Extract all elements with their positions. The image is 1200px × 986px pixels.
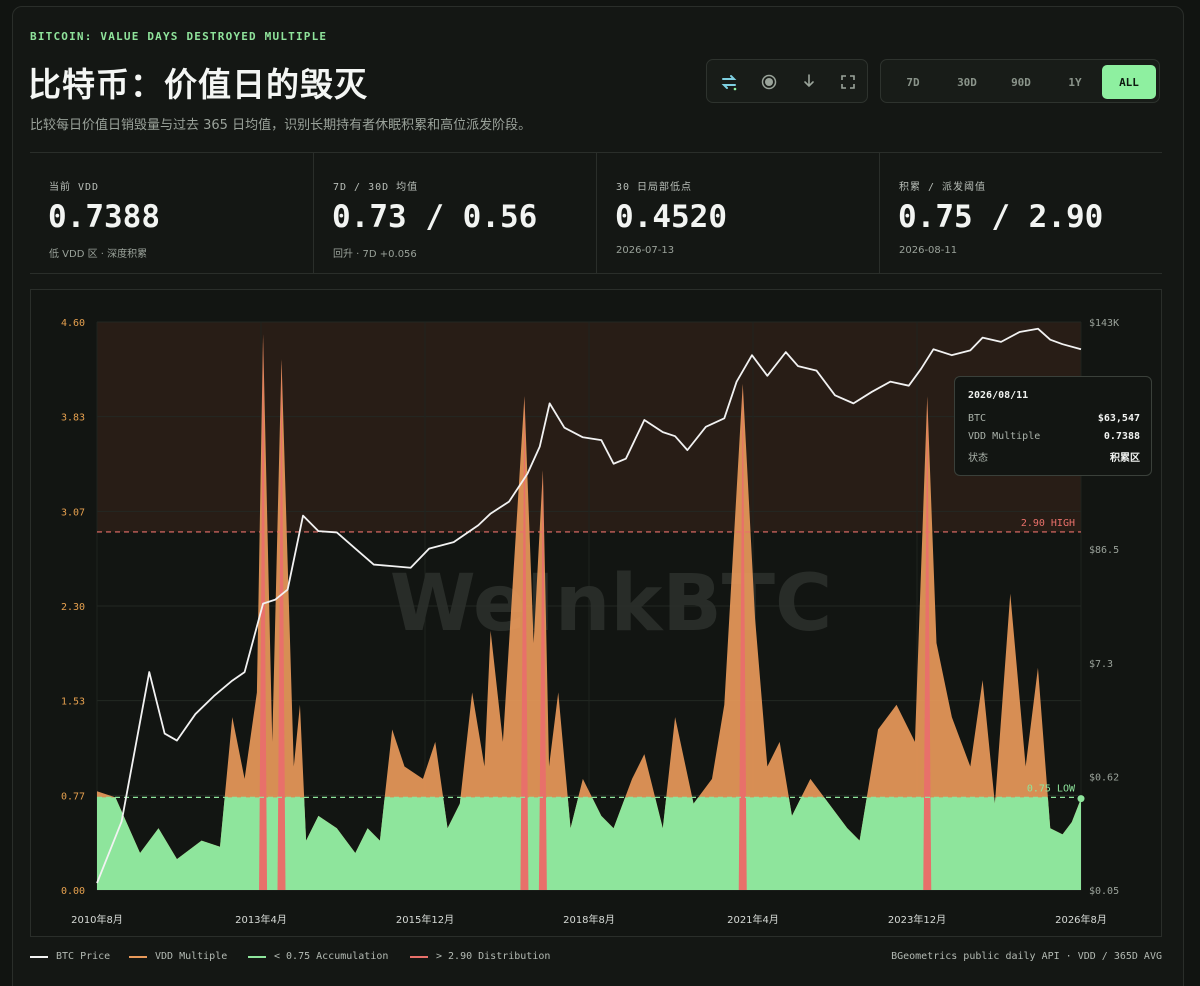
legend-item-vdd[interactable]: VDD Multiple — [129, 951, 227, 962]
page-title: 比特币：价值日的毁灭 — [28, 65, 368, 104]
threshold-label: 0.75 LOW — [1027, 783, 1076, 794]
stat-label: 30 日局部低点 — [616, 182, 693, 193]
y-tick-left: 1.53 — [61, 697, 85, 708]
legend-swatch — [30, 955, 48, 958]
legend-label: BTC Price — [56, 951, 111, 962]
stat-thresholds: 积累 / 派发阈值 0.75 / 2.90 2026-08-11 — [879, 153, 1162, 274]
threshold-label: 2.90 HIGH — [1021, 518, 1075, 529]
y-tick-right: $86.5 — [1089, 545, 1119, 556]
stat-value: 0.7388 — [48, 199, 160, 235]
stat-value: 0.4520 — [615, 199, 727, 235]
x-tick: 2013年4月 — [235, 913, 287, 926]
stat-sub: 2026-08-11 — [899, 245, 958, 256]
tooltip-row-state: 状态 积累区 — [968, 449, 1140, 464]
fullscreen-icon[interactable] — [834, 68, 862, 96]
tooltip-label: VDD Multiple — [968, 431, 1041, 442]
range-1y[interactable]: 1Y — [1048, 65, 1102, 99]
stat-value: 0.73 / 0.56 — [332, 199, 538, 235]
page-subtitle: 比较每日价值日销毁量与过去 365 日均值，识别长期持有者休眠积累和高位派发阶段… — [30, 118, 532, 133]
tooltip-row-vdd: VDD Multiple 0.7388 — [968, 431, 1140, 442]
tooltip-value: 0.7388 — [1103, 431, 1140, 442]
tooltip-label: BTC — [968, 413, 987, 424]
legend-label: VDD Multiple — [155, 951, 228, 962]
x-tick: 2010年8月 — [71, 913, 123, 926]
y-tick-right: $143K — [1089, 318, 1119, 329]
range-90d[interactable]: 90D — [994, 65, 1048, 99]
y-tick-left: 0.00 — [61, 886, 85, 897]
stat-sub: 2026-07-13 — [616, 245, 675, 256]
stat-current-vdd: 当前 VDD 0.7388 低 VDD 区 · 深度积累 — [30, 153, 313, 274]
x-tick: 2026年8月 — [1055, 913, 1107, 926]
y-tick-left: 3.83 — [61, 413, 85, 424]
record-icon[interactable] — [755, 68, 783, 96]
tooltip-row-btc: BTC $63,547 — [968, 413, 1140, 424]
tooltip-value: 积累区 — [1110, 453, 1140, 464]
legend-swatch — [129, 955, 147, 958]
range-30d[interactable]: 30D — [940, 65, 994, 99]
chart-tooltip: 2026/08/11 BTC $63,547 VDD Multiple 0.73… — [954, 376, 1152, 476]
current-point — [1077, 795, 1085, 803]
range-all[interactable]: ALL — [1102, 65, 1156, 99]
swap-icon[interactable] — [715, 68, 743, 96]
stat-value: 0.75 / 2.90 — [898, 199, 1104, 235]
y-tick-right: $0.62 — [1089, 772, 1119, 783]
stat-sub: 低 VDD 区 · 深度积累 — [49, 249, 148, 260]
legend-label: > 2.90 Distribution — [436, 951, 551, 962]
stat-sub: 回升 · 7D +0.056 — [333, 249, 417, 260]
x-tick: 2018年8月 — [563, 913, 615, 926]
stat-label: 7D / 30D 均值 — [333, 182, 419, 193]
chart-legend: BTC Price VDD Multiple < 0.75 Accumulati… — [30, 951, 1162, 967]
watermark: WeInkBTC — [390, 559, 832, 649]
stats-row: 当前 VDD 0.7388 低 VDD 区 · 深度积累 7D / 30D 均值… — [30, 152, 1162, 274]
legend-item-accumulation[interactable]: < 0.75 Accumulation — [248, 951, 388, 962]
range-7d[interactable]: 7D — [886, 65, 940, 99]
legend-swatch — [410, 955, 428, 958]
x-tick: 2015年12月 — [396, 913, 454, 926]
data-source: BGeometrics public daily API · VDD / 365… — [891, 951, 1162, 962]
x-tick: 2023年12月 — [888, 913, 946, 926]
stat-label: 积累 / 派发阈值 — [899, 182, 987, 193]
stat-label: 当前 VDD — [49, 182, 100, 193]
chart-toolbar — [706, 59, 868, 103]
legend-item-distribution[interactable]: > 2.90 Distribution — [410, 951, 550, 962]
tooltip-label: 状态 — [968, 453, 988, 464]
stat-avg: 7D / 30D 均值 0.73 / 0.56 回升 · 7D +0.056 — [313, 153, 596, 274]
y-tick-left: 2.30 — [61, 602, 85, 613]
range-selector: 7D 30D 90D 1Y ALL — [880, 59, 1160, 103]
legend-swatch — [248, 955, 266, 958]
y-tick-right: $7.3 — [1089, 659, 1113, 670]
page-kicker: BITCOIN: VALUE DAYS DESTROYED MULTIPLE — [30, 30, 328, 43]
tooltip-value: $63,547 — [1097, 413, 1140, 424]
y-tick-left: 4.60 — [61, 318, 85, 329]
x-tick: 2021年4月 — [727, 913, 779, 926]
legend-item-price[interactable]: BTC Price — [30, 951, 110, 962]
download-icon[interactable] — [795, 68, 823, 96]
y-tick-right: $0.05 — [1089, 886, 1119, 897]
stat-local-low: 30 日局部低点 0.4520 2026-07-13 — [596, 153, 879, 274]
y-tick-left: 0.77 — [61, 791, 85, 802]
legend-label: < 0.75 Accumulation — [274, 951, 389, 962]
tooltip-date: 2026/08/11 — [968, 390, 1029, 401]
y-tick-left: 3.07 — [61, 507, 85, 518]
